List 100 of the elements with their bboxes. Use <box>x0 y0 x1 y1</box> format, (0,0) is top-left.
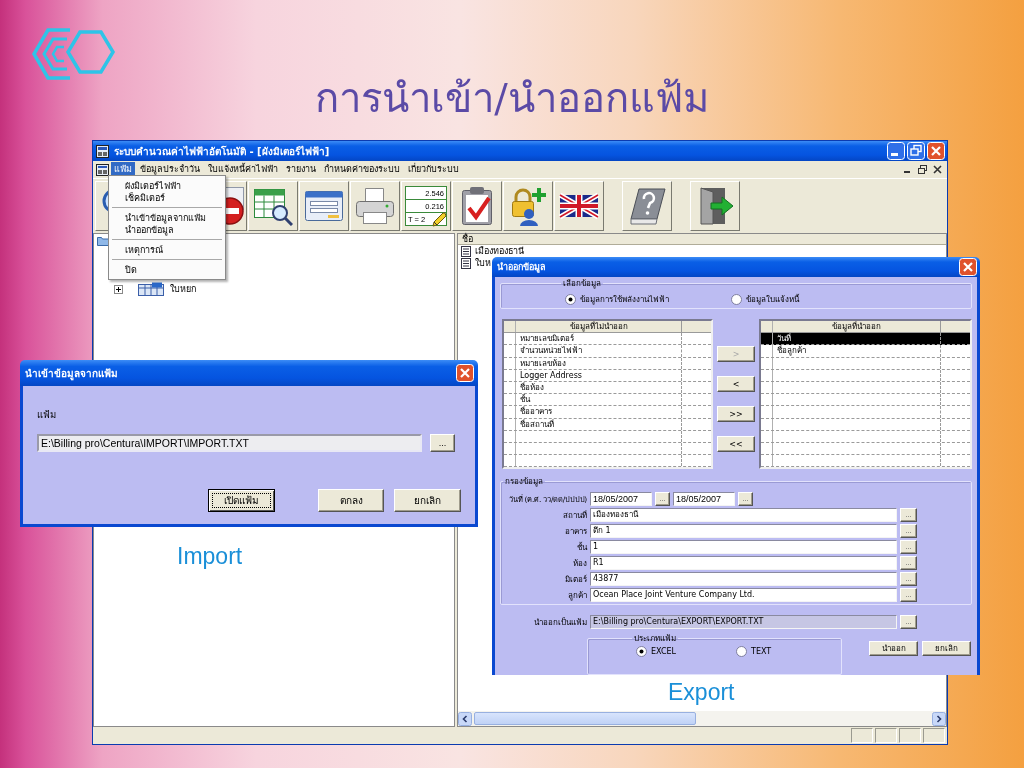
toolbar-button[interactable] <box>503 181 553 231</box>
grid-row[interactable]: ชื่อห้อง <box>504 382 711 395</box>
pencil-icon <box>431 211 447 227</box>
menu-option[interactable]: นำออกข้อมูล <box>111 224 223 236</box>
toolbar-button[interactable] <box>622 181 672 231</box>
caption-label: Export <box>668 679 735 705</box>
field-label: ห้อง <box>572 557 587 570</box>
menu-option[interactable]: นำเข้าข้อมูลจากแฟ้ม <box>111 212 223 224</box>
dialog-button[interactable]: เปิดแฟ้ม <box>208 489 275 512</box>
menu-item[interactable]: ข้อมูลประจำวัน <box>137 162 203 177</box>
radio-button[interactable] <box>736 645 747 657</box>
help-book-icon <box>627 186 667 226</box>
grid-row[interactable]: ชื่อลูกค้า <box>761 345 970 358</box>
grid-row[interactable]: ชื่อสถานที่ <box>504 418 711 431</box>
browse-button[interactable]: ... <box>430 434 455 452</box>
status-panel <box>875 728 897 743</box>
menu-item[interactable]: เกี่ยวกับระบบ <box>405 162 462 177</box>
group-label: กรองข้อมูล <box>504 476 544 488</box>
field-label: นำออกเป็นแฟ้ม <box>533 616 587 629</box>
arrow-left-icon[interactable] <box>458 711 472 726</box>
grid-row[interactable]: ชั้น <box>504 394 711 407</box>
text-field[interactable]: 1 <box>590 540 897 555</box>
folder-icon <box>97 236 109 246</box>
document-icon <box>461 257 471 269</box>
arrow-right-icon[interactable] <box>932 711 946 726</box>
status-panel <box>851 728 873 743</box>
column-header[interactable]: ชื่อ <box>458 234 946 244</box>
window-title: ระบบคำนวณค่าไฟฟ้าอัตโนมัติ - [ผังมิเตอร์ไฟฟ้า] <box>114 144 331 159</box>
dialog-button[interactable]: นำออก <box>869 641 918 656</box>
radio-label[interactable]: EXCEL <box>651 646 677 656</box>
text-field[interactable]: 43877 <box>590 572 897 587</box>
group-label: เลือกข้อมูล <box>562 278 602 289</box>
window-icon <box>96 144 109 158</box>
text-field[interactable]: ตึก 1 <box>590 524 897 539</box>
grid-row[interactable]: หมายเลขห้อง <box>504 357 711 370</box>
close-icon[interactable] <box>933 165 942 174</box>
field-label: มิเตอร์ <box>564 573 587 586</box>
toolbar-button[interactable] <box>248 181 298 231</box>
file-path-field[interactable]: E:\Billing pro\Centura\IMPORT\IMPORT.TXT <box>37 434 422 452</box>
grid-row[interactable]: Logger Address <box>504 369 711 382</box>
grid-row[interactable]: วันที่ <box>761 333 970 346</box>
toolbar-button[interactable] <box>554 181 604 231</box>
radio-button[interactable] <box>636 645 647 657</box>
radio-button[interactable] <box>565 293 576 305</box>
date-field[interactable]: 18/05/2007 <box>673 492 735 507</box>
menu-option[interactable]: เช็คมิเตอร์ <box>111 192 223 204</box>
radio-label[interactable]: ข้อมูลใบแจ้งหนี้ <box>746 292 799 306</box>
toolbar-button[interactable] <box>690 181 740 231</box>
field-label: แฟ้ม <box>37 409 56 421</box>
text-field[interactable]: Ocean Place Joint Venture Company Ltd. <box>590 588 897 603</box>
list-item[interactable]: เมืองทองธานี <box>475 245 524 257</box>
radio-button[interactable] <box>731 293 742 305</box>
grid-row[interactable]: ชื่ออาคาร <box>504 406 711 419</box>
tree-item[interactable]: ใบหยก <box>170 283 196 295</box>
column-header: ข้อมูลที่นำออก <box>773 321 941 333</box>
field-label: สถานที่ <box>562 509 587 522</box>
dialog-button[interactable]: ยกเลิก <box>922 641 971 656</box>
field-label: ชั้น <box>576 541 587 554</box>
toolbar-button[interactable] <box>299 181 349 231</box>
document-icon <box>461 245 471 257</box>
column-header: ข้อมูลที่ไม่นำออก <box>516 321 682 333</box>
menu-item[interactable]: ใบแจ้งหนี้ค่าไฟฟ้า <box>205 162 281 177</box>
move-button[interactable]: >> <box>717 406 755 423</box>
menu-option[interactable]: ผังมิเตอร์ไฟฟ้า <box>111 180 223 192</box>
restore-icon[interactable] <box>907 142 925 160</box>
window-icon[interactable] <box>96 163 109 176</box>
text-field[interactable]: R1 <box>590 556 897 571</box>
field-label: ลูกค้า <box>567 589 587 602</box>
radio-label[interactable]: TEXT <box>751 646 772 656</box>
group-label: ประเภทแฟ้ม <box>633 633 677 644</box>
table-icon <box>138 282 164 296</box>
scrollbar-thumb[interactable] <box>474 711 696 725</box>
table-search-icon <box>253 186 293 226</box>
menu-option[interactable]: ปิด <box>111 264 223 276</box>
grid-row[interactable]: หมายเลขมิเตอร์ <box>504 333 711 346</box>
dialog-button[interactable]: ตกลง <box>317 489 385 512</box>
menu-option[interactable]: เหตุการณ์ <box>111 244 223 256</box>
horizontal-scrollbar[interactable] <box>458 711 946 726</box>
menu-item[interactable]: รายงาน <box>283 162 319 177</box>
printer-icon <box>355 186 395 226</box>
field-label: อาคาร <box>564 525 587 538</box>
text-field[interactable]: เมืองทองธานี <box>590 508 897 523</box>
minimize-icon[interactable] <box>887 142 905 160</box>
dialog-title: นำออกข้อมูล <box>497 261 546 274</box>
list-item[interactable]: ใบห <box>475 257 491 269</box>
expand-icon[interactable] <box>114 284 123 294</box>
menu-item[interactable]: กำหนดค่าของระบบ <box>321 162 403 177</box>
caption-label: Import <box>177 543 243 569</box>
move-button[interactable]: < <box>717 376 755 393</box>
status-panel <box>899 728 921 743</box>
move-button[interactable]: << <box>717 436 755 453</box>
dialog-title: นำเข้าข้อมูลจากแฟ้ม <box>25 366 118 381</box>
restore-icon[interactable] <box>918 165 927 174</box>
radio-label[interactable]: ข้อมูลการใช้พลังงานไฟฟ้า <box>580 292 669 306</box>
toolbar-button[interactable] <box>452 181 502 231</box>
date-field[interactable]: 18/05/2007 <box>590 492 652 507</box>
dialog-button[interactable]: ยกเลิก <box>394 489 461 512</box>
status-panel <box>923 728 945 743</box>
slide-title: การนำเข้า/นำออกแฟ้ม <box>315 74 709 123</box>
grid-row[interactable]: จำนวนหน่วยไฟฟ้า <box>504 345 711 358</box>
